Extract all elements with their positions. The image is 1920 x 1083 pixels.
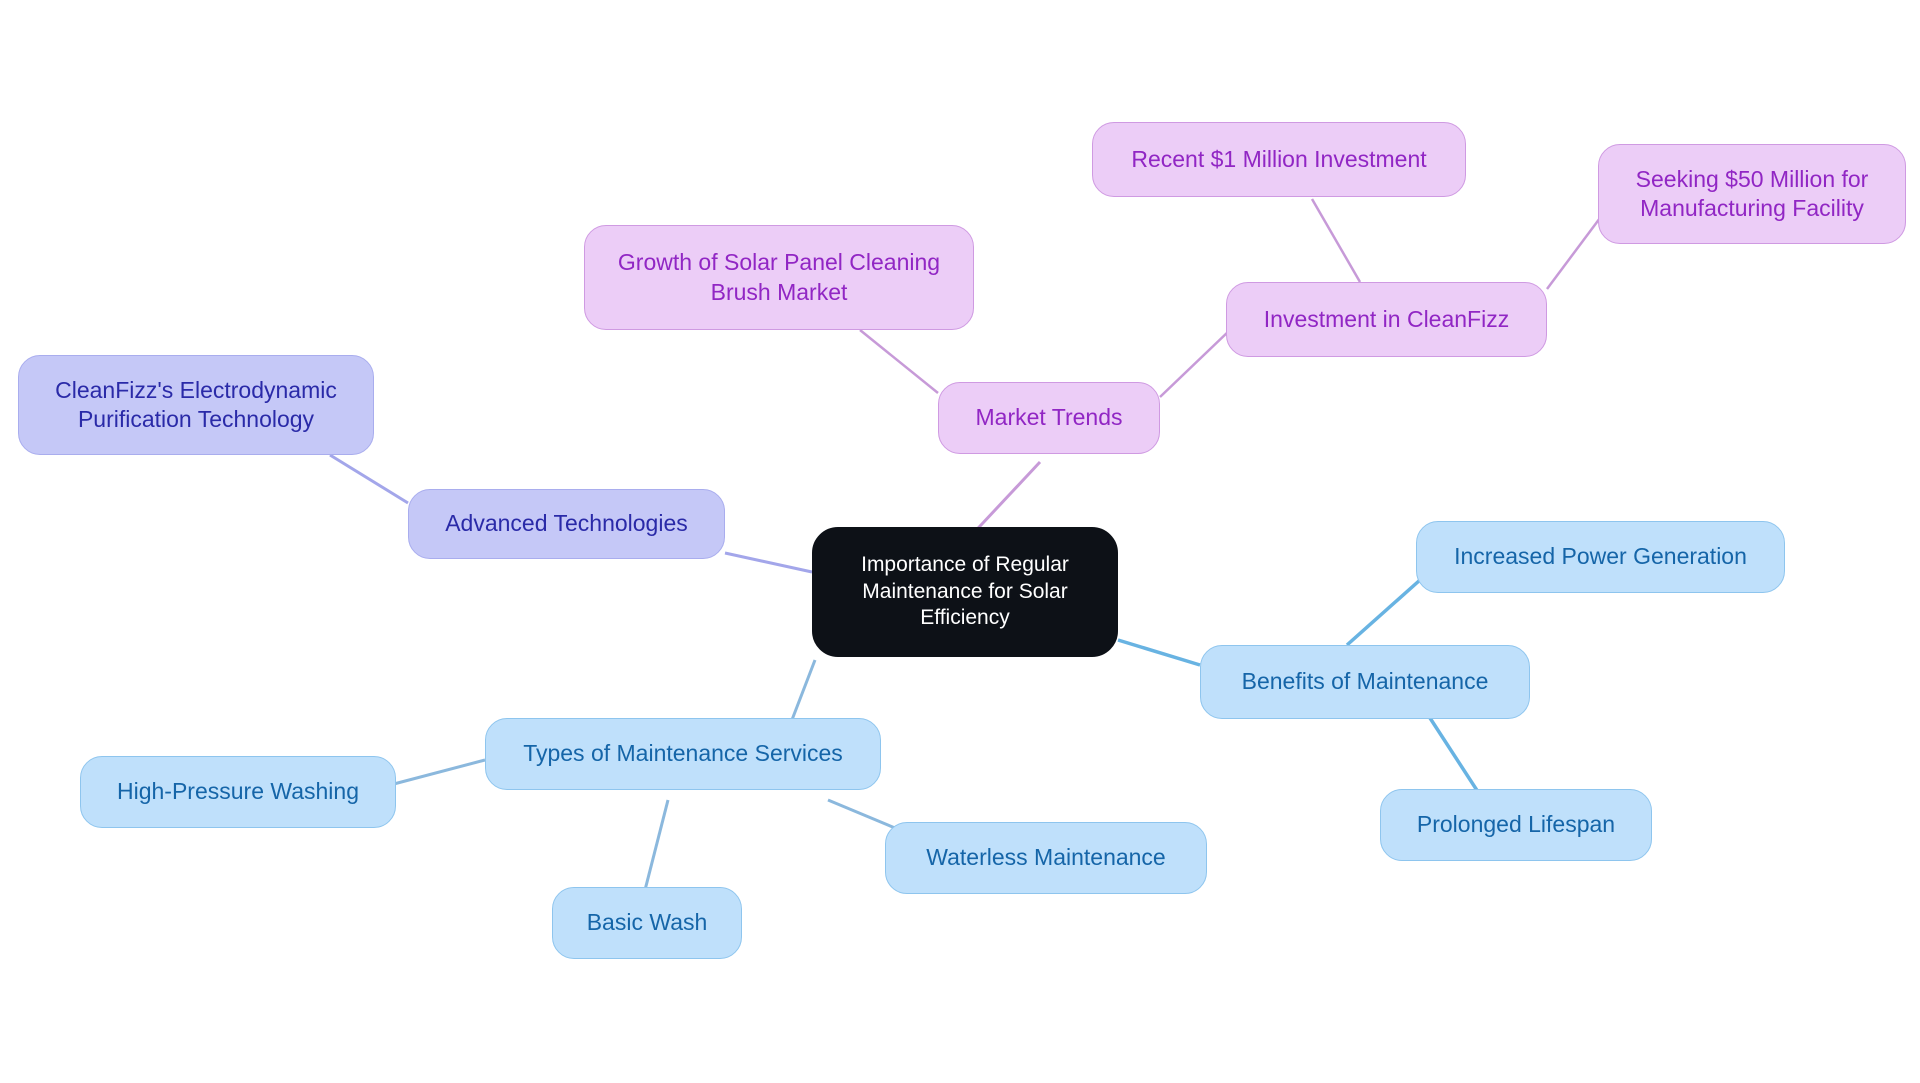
edge-advanced-technologies-cleanfizz bbox=[329, 453, 409, 505]
edge-root-advanced-technologies bbox=[724, 551, 813, 574]
node-growth-brush-market[interactable]: Growth of Solar Panel Cleaning Brush Mar… bbox=[584, 225, 974, 330]
edge-types-basic-wash bbox=[643, 799, 670, 891]
node-seeking-fifty-million-facility[interactable]: Seeking $50 Million for Manufacturing Fa… bbox=[1598, 144, 1906, 244]
node-recent-one-million-investment[interactable]: Recent $1 Million Investment bbox=[1092, 122, 1466, 197]
node-prolonged-lifespan[interactable]: Prolonged Lifespan bbox=[1380, 789, 1652, 861]
node-market-trends[interactable]: Market Trends bbox=[938, 382, 1160, 454]
edge-investment-seeking bbox=[1545, 217, 1602, 290]
edge-types-waterless bbox=[827, 798, 896, 830]
node-high-pressure-washing[interactable]: High-Pressure Washing bbox=[80, 756, 396, 828]
edge-market-trends-investment bbox=[1159, 329, 1231, 398]
node-basic-wash[interactable]: Basic Wash bbox=[552, 887, 742, 959]
node-waterless-maintenance[interactable]: Waterless Maintenance bbox=[885, 822, 1207, 894]
edge-benefits-increased-power bbox=[1345, 578, 1422, 647]
mindmap-canvas: Importance of Regular Maintenance for So… bbox=[0, 0, 1920, 1083]
node-cleanfizz-purification-technology[interactable]: CleanFizz's Electrodynamic Purification … bbox=[18, 355, 374, 455]
node-root[interactable]: Importance of Regular Maintenance for So… bbox=[812, 527, 1118, 657]
node-benefits-of-maintenance[interactable]: Benefits of Maintenance bbox=[1200, 645, 1530, 719]
edge-market-trends-brush-market bbox=[859, 329, 939, 394]
edge-benefits-prolonged-lifespan bbox=[1428, 717, 1482, 796]
node-advanced-technologies[interactable]: Advanced Technologies bbox=[408, 489, 725, 559]
node-investment-in-cleanfizz[interactable]: Investment in CleanFizz bbox=[1226, 282, 1547, 357]
node-types-of-maintenance-services[interactable]: Types of Maintenance Services bbox=[485, 718, 881, 790]
edge-root-types-services bbox=[788, 659, 817, 726]
edge-types-high-pressure bbox=[389, 758, 486, 787]
node-increased-power-generation[interactable]: Increased Power Generation bbox=[1416, 521, 1785, 593]
edge-root-benefits bbox=[1117, 638, 1201, 667]
edge-investment-recent bbox=[1310, 198, 1362, 283]
